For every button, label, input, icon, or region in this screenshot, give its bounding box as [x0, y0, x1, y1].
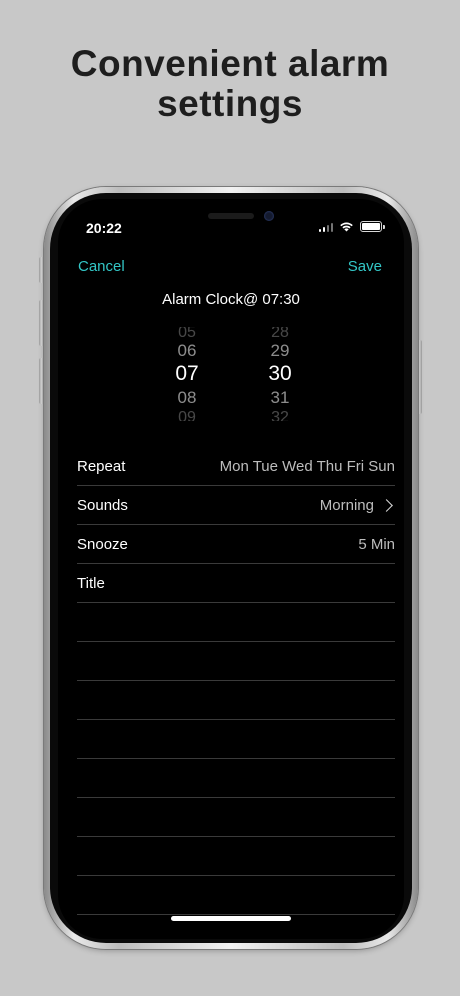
picker-option[interactable]: 28 [240, 327, 320, 339]
repeat-value: Mon Tue Wed Thu Fri Sun [219, 457, 395, 475]
snooze-label: Snooze [77, 535, 128, 553]
sounds-value-group: Morning [320, 497, 395, 514]
status-time: 20:22 [86, 220, 122, 236]
picker-option[interactable]: 08 [147, 386, 227, 409]
snooze-row[interactable]: Snooze 5 Min [77, 525, 395, 564]
signal-icon [318, 222, 333, 232]
sounds-row[interactable]: Sounds Morning [77, 486, 395, 525]
picker-selected-minute[interactable]: 30 [240, 362, 320, 386]
cancel-button[interactable]: Cancel [78, 258, 125, 275]
headline: Convenient alarm settings [0, 44, 460, 124]
repeat-label: Repeat [77, 457, 126, 475]
sounds-value: Morning [319, 496, 374, 514]
picker-option[interactable]: 05 [147, 327, 227, 339]
headline-line-2: settings [157, 83, 303, 124]
empty-row [77, 837, 395, 876]
picker-option[interactable]: 32 [240, 409, 320, 421]
snooze-value: 5 Min [358, 535, 395, 553]
title-row[interactable]: Title [77, 564, 395, 603]
empty-row [77, 759, 395, 798]
picker-option[interactable]: 31 [240, 386, 320, 409]
home-indicator[interactable] [171, 916, 291, 921]
picker-option[interactable]: 06 [147, 339, 227, 362]
status-icons [318, 221, 385, 232]
front-camera-icon [264, 211, 274, 221]
battery-icon [360, 221, 385, 232]
notch [132, 199, 330, 229]
phone-screen: 20:22 Cancel Save Alarm Clock@ 07:30 05 … [58, 199, 404, 939]
sounds-label: Sounds [77, 496, 128, 514]
empty-row [77, 642, 395, 681]
save-button[interactable]: Save [348, 258, 382, 275]
empty-row [77, 603, 395, 642]
chevron-right-icon [380, 498, 393, 512]
hour-picker[interactable]: 05 06 07 08 09 [147, 327, 227, 431]
picker-option[interactable]: 09 [147, 409, 227, 421]
picker-option[interactable]: 29 [240, 339, 320, 362]
empty-row [77, 681, 395, 720]
title-label: Title [77, 574, 105, 592]
headline-line-1: Convenient alarm [70, 43, 390, 84]
repeat-row[interactable]: Repeat Mon Tue Wed Thu Fri Sun [77, 447, 395, 486]
empty-row [77, 798, 395, 837]
wifi-icon [340, 222, 353, 232]
empty-row [77, 876, 395, 915]
empty-row [77, 720, 395, 759]
settings-list: Repeat Mon Tue Wed Thu Fri Sun Sounds Mo… [77, 447, 395, 915]
minute-picker[interactable]: 28 29 30 31 32 [240, 327, 320, 431]
picker-selected-hour[interactable]: 07 [147, 362, 227, 386]
speaker-grille [208, 213, 254, 219]
alarm-title: Alarm Clock@ 07:30 [162, 291, 300, 308]
